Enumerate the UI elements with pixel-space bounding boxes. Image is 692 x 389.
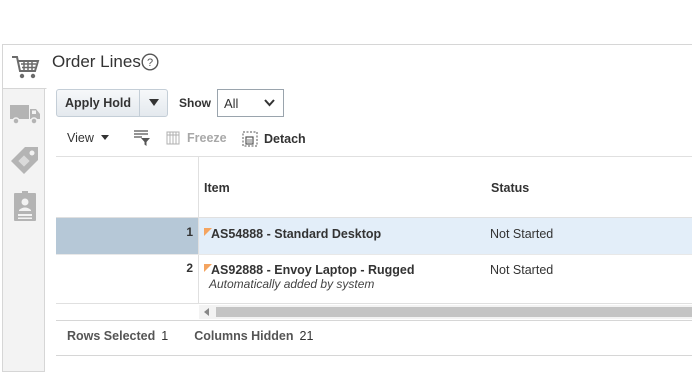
columns-hidden-label: Columns Hidden	[194, 329, 294, 343]
truck-icon	[9, 105, 40, 125]
view-menu[interactable]: View	[67, 131, 112, 145]
row-number: 2	[186, 261, 193, 275]
status-cell: Not Started	[490, 227, 554, 241]
tag-icon	[10, 147, 38, 174]
show-label: Show	[179, 96, 211, 110]
detach-icon	[242, 131, 258, 147]
show-select-value: All	[224, 95, 239, 111]
detach-label: Detach	[264, 132, 306, 146]
tab-customer[interactable]	[3, 185, 46, 229]
caret-down-icon	[148, 99, 159, 106]
freeze-columns-icon	[166, 131, 180, 145]
shopping-cart-icon	[11, 55, 39, 78]
freeze-label: Freeze	[187, 131, 227, 145]
page-title: Order Lines	[52, 52, 141, 71]
footer-bottom-border	[56, 355, 692, 356]
scroll-left-icon[interactable]	[204, 308, 210, 316]
tab-order-lines[interactable]	[3, 45, 47, 89]
filter-icon	[134, 130, 150, 146]
rows-selected-label: Rows Selected	[67, 329, 156, 343]
footer-top-border	[56, 320, 692, 321]
table-bottom-border	[56, 303, 692, 304]
item-link[interactable]: AS92888 - Envoy Laptop - Rugged	[211, 263, 415, 277]
chevron-down-icon	[264, 99, 275, 107]
show-select[interactable]: All	[217, 89, 284, 117]
side-tab-rail	[2, 44, 47, 372]
panel-top-border	[45, 44, 692, 45]
item-link[interactable]: AS54888 - Standard Desktop	[211, 227, 381, 241]
apply-hold-split-button: Apply Hold	[56, 89, 168, 117]
columns-hidden-value: 21	[299, 329, 314, 343]
apply-hold-button[interactable]: Apply Hold	[57, 90, 140, 116]
svg-text:?: ?	[147, 57, 153, 69]
caret-down-icon	[100, 135, 109, 140]
column-header-item[interactable]: Item	[204, 181, 230, 195]
scrollbar-thumb[interactable]	[216, 307, 692, 317]
tab-shipping[interactable]	[3, 92, 46, 136]
status-cell: Not Started	[490, 263, 554, 277]
freeze-button[interactable]: Freeze	[166, 131, 227, 145]
item-subtext: Automatically added by system	[209, 277, 375, 291]
id-badge-icon	[13, 191, 36, 221]
tab-pricing[interactable]	[3, 138, 46, 182]
help-icon[interactable]: ?	[141, 53, 159, 71]
query-by-example-button[interactable]	[133, 129, 151, 147]
apply-hold-menu-button[interactable]	[140, 90, 167, 116]
detach-button[interactable]: Detach	[242, 131, 306, 147]
table-top-border	[56, 156, 692, 157]
row-number: 1	[186, 225, 193, 239]
view-menu-label: View	[67, 131, 94, 145]
column-header-status[interactable]: Status	[491, 181, 529, 195]
row-divider	[56, 254, 692, 255]
table-status-bar: Rows Selected 1 Columns Hidden 21	[67, 329, 333, 343]
rows-selected-value: 1	[161, 329, 169, 343]
